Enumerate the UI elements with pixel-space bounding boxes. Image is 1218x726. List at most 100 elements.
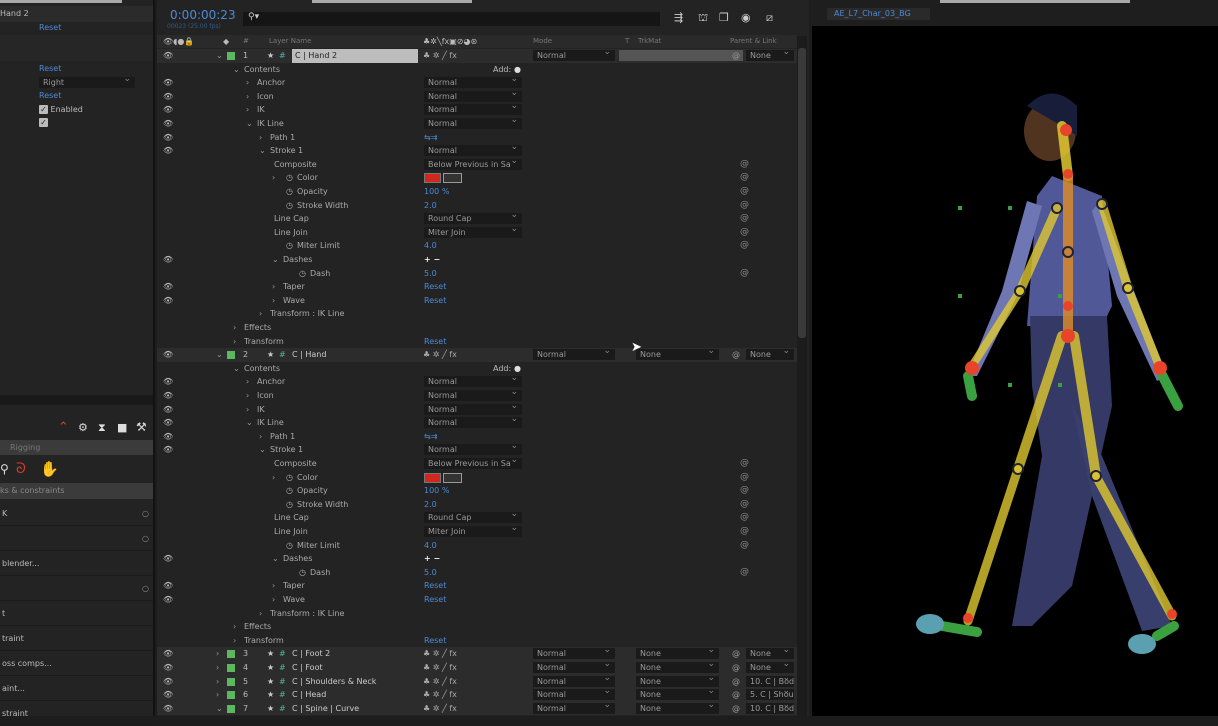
expression-pick-whip-icon[interactable]: @ — [740, 212, 749, 226]
layer-name[interactable]: C | Hand — [292, 348, 326, 362]
twirl-closed-icon[interactable]: › — [216, 688, 219, 702]
twirl-closed-icon[interactable]: › — [246, 90, 249, 104]
property-row[interactable]: 👁 › IK Normal — [157, 103, 797, 117]
eye-icon[interactable]: 👁 — [163, 280, 173, 294]
parent-dropdown[interactable]: 10. C | Body — [746, 675, 794, 687]
property-row[interactable]: › ◷ Color @ — [157, 171, 797, 185]
side-dropdown[interactable]: Right — [39, 77, 135, 88]
trkmat-dropdown[interactable]: None — [636, 689, 719, 701]
eye-icon[interactable]: 👁 — [163, 593, 173, 607]
constraint-item[interactable]: straint — [0, 701, 153, 726]
twirl-open-icon[interactable]: ⌄ — [216, 702, 223, 716]
eye-icon[interactable]: 👁 — [163, 443, 173, 457]
eye-icon[interactable]: 👁 — [163, 103, 173, 117]
property-row[interactable]: Line Join Miter Join @ — [157, 525, 797, 539]
twirl-closed-icon[interactable]: › — [216, 647, 219, 661]
color-swatch[interactable] — [424, 173, 441, 184]
property-row[interactable]: Composite Below Previous in Sa @ — [157, 158, 797, 172]
twirl-closed-icon[interactable]: › — [246, 375, 249, 389]
mode-dropdown[interactable]: Normal — [533, 349, 615, 361]
twirl-open-icon[interactable]: ⌄ — [233, 63, 240, 77]
pick-whip-icon[interactable]: @ — [732, 688, 740, 702]
layer-switches[interactable]: ♣ ✲ ╱ fx — [423, 688, 457, 702]
property-row[interactable]: 👁 › Path 1 ⇆⇉ — [157, 430, 797, 444]
mode-dropdown[interactable]: Normal — [533, 648, 615, 660]
stopwatch-icon[interactable]: ◷ — [286, 199, 293, 213]
twirl-closed-icon[interactable]: › — [272, 471, 275, 485]
path-icon[interactable]: ⇆⇉ — [424, 131, 437, 145]
constraint-item[interactable]: traint — [0, 626, 153, 651]
eye-icon[interactable]: 👁 — [163, 144, 173, 158]
property-row[interactable]: Line Join Miter Join @ — [157, 226, 797, 240]
hand-icon[interactable]: ✋ — [40, 460, 59, 478]
property-row[interactable]: 👁 ⌄ Dashes + − — [157, 253, 797, 267]
layer-name[interactable]: C | Foot — [292, 661, 323, 675]
trkmat-field[interactable] — [619, 50, 743, 61]
eye-icon[interactable]: 👁 — [163, 430, 173, 444]
parent-dropdown[interactable]: None — [746, 662, 794, 673]
property-row[interactable]: ⌄ Contents Add: ● — [157, 63, 797, 77]
stopwatch-icon[interactable]: ◷ — [286, 471, 293, 485]
color-swatch[interactable] — [424, 472, 441, 483]
constraint-item[interactable]: ○ — [0, 526, 153, 551]
expression-pick-whip-icon[interactable]: @ — [740, 525, 749, 539]
property-row[interactable]: 👁 ⌄ IK Line Normal — [157, 416, 797, 430]
layer-name[interactable]: C | Head — [292, 688, 326, 702]
trkmat-dropdown[interactable]: None — [636, 702, 719, 714]
pick-whip-icon[interactable]: @ — [732, 702, 740, 716]
expression-pick-whip-icon[interactable]: @ — [740, 498, 749, 512]
eye-icon[interactable]: 👁 — [163, 348, 173, 362]
property-value[interactable]: Reset — [424, 280, 446, 294]
options-icon[interactable]: ○ — [142, 576, 149, 601]
property-row[interactable]: 👁 › Path 1 ⇆⇉ — [157, 131, 797, 145]
property-row[interactable]: ◷ Dash 5.0 @ — [157, 267, 797, 281]
automation-icon[interactable]: ⚙ — [78, 421, 88, 434]
twirl-open-icon[interactable]: ⌄ — [216, 49, 223, 63]
constraint-item[interactable]: ○ — [0, 576, 153, 601]
trkmat-dropdown[interactable]: None — [636, 675, 719, 687]
property-row[interactable]: 👁 › Wave Reset — [157, 593, 797, 607]
layer-switches[interactable]: ♣ ✲ ╱ fx — [423, 647, 457, 661]
stopwatch-icon[interactable]: ◷ — [286, 539, 293, 553]
mode-dropdown[interactable]: Normal — [533, 689, 615, 701]
rigging-tool-icon[interactable]: ⌃ — [58, 420, 69, 435]
property-dropdown[interactable]: Round Cap — [424, 512, 522, 524]
eye-icon[interactable]: 👁 — [163, 253, 173, 267]
property-dropdown[interactable]: Normal — [424, 90, 522, 102]
twirl-open-icon[interactable]: ⌄ — [259, 144, 266, 158]
property-row[interactable]: › Effects — [157, 620, 797, 634]
layer-name[interactable]: C | Spine | Curve — [292, 702, 359, 716]
property-row[interactable]: ◷ Miter Limit 4.0 @ — [157, 539, 797, 553]
parent-dropdown[interactable]: 10. C | Body — [746, 702, 794, 714]
property-value[interactable]: Reset — [424, 294, 446, 308]
twirl-open-icon[interactable]: ⌄ — [272, 253, 279, 267]
layer-row[interactable]: 👁 › 4 ★ # C | Foot ♣ ✲ ╱ fx Normal None @ None — [157, 661, 797, 675]
property-row[interactable]: 👁 ⌄ Stroke 1 Normal — [157, 144, 797, 158]
layer-switches[interactable]: ♣ ✲ ╱ fx — [423, 702, 457, 716]
property-row[interactable]: ◷ Stroke Width 2.0 @ — [157, 199, 797, 213]
eye-icon[interactable]: 👁 — [163, 375, 173, 389]
layer-name[interactable]: C | Foot 2 — [292, 647, 330, 661]
property-row[interactable]: Line Cap Round Cap @ — [157, 212, 797, 226]
twirl-open-icon[interactable]: ⌄ — [246, 416, 253, 430]
property-value[interactable]: 5.0 — [424, 267, 437, 281]
property-row[interactable]: 👁 › Taper Reset — [157, 579, 797, 593]
expression-pick-whip-icon[interactable]: @ — [740, 171, 749, 185]
eye-icon[interactable]: 👁 — [163, 403, 173, 417]
twirl-closed-icon[interactable]: › — [272, 294, 275, 308]
twirl-closed-icon[interactable]: › — [233, 620, 236, 634]
chain-icon[interactable]: ᘐ — [16, 461, 26, 477]
property-value[interactable]: 5.0 — [424, 566, 437, 580]
property-dropdown[interactable]: Normal — [424, 417, 522, 429]
layer-name[interactable]: C | Shoulders & Neck — [292, 675, 376, 689]
twirl-closed-icon[interactable]: › — [246, 103, 249, 117]
property-row[interactable]: 👁 ⌄ IK Line Normal — [157, 117, 797, 131]
eye-icon[interactable]: 👁 — [163, 552, 173, 566]
rigging-header[interactable]: Rigging — [0, 440, 153, 455]
hourglass-icon[interactable]: ⧗ — [98, 421, 106, 435]
composition-canvas[interactable] — [812, 26, 1218, 716]
property-row[interactable]: 👁 › IK Normal — [157, 403, 797, 417]
property-row[interactable]: ◷ Miter Limit 4.0 @ — [157, 239, 797, 253]
stopwatch-icon[interactable]: ◷ — [286, 171, 293, 185]
expression-pick-whip-icon[interactable]: @ — [740, 566, 749, 580]
